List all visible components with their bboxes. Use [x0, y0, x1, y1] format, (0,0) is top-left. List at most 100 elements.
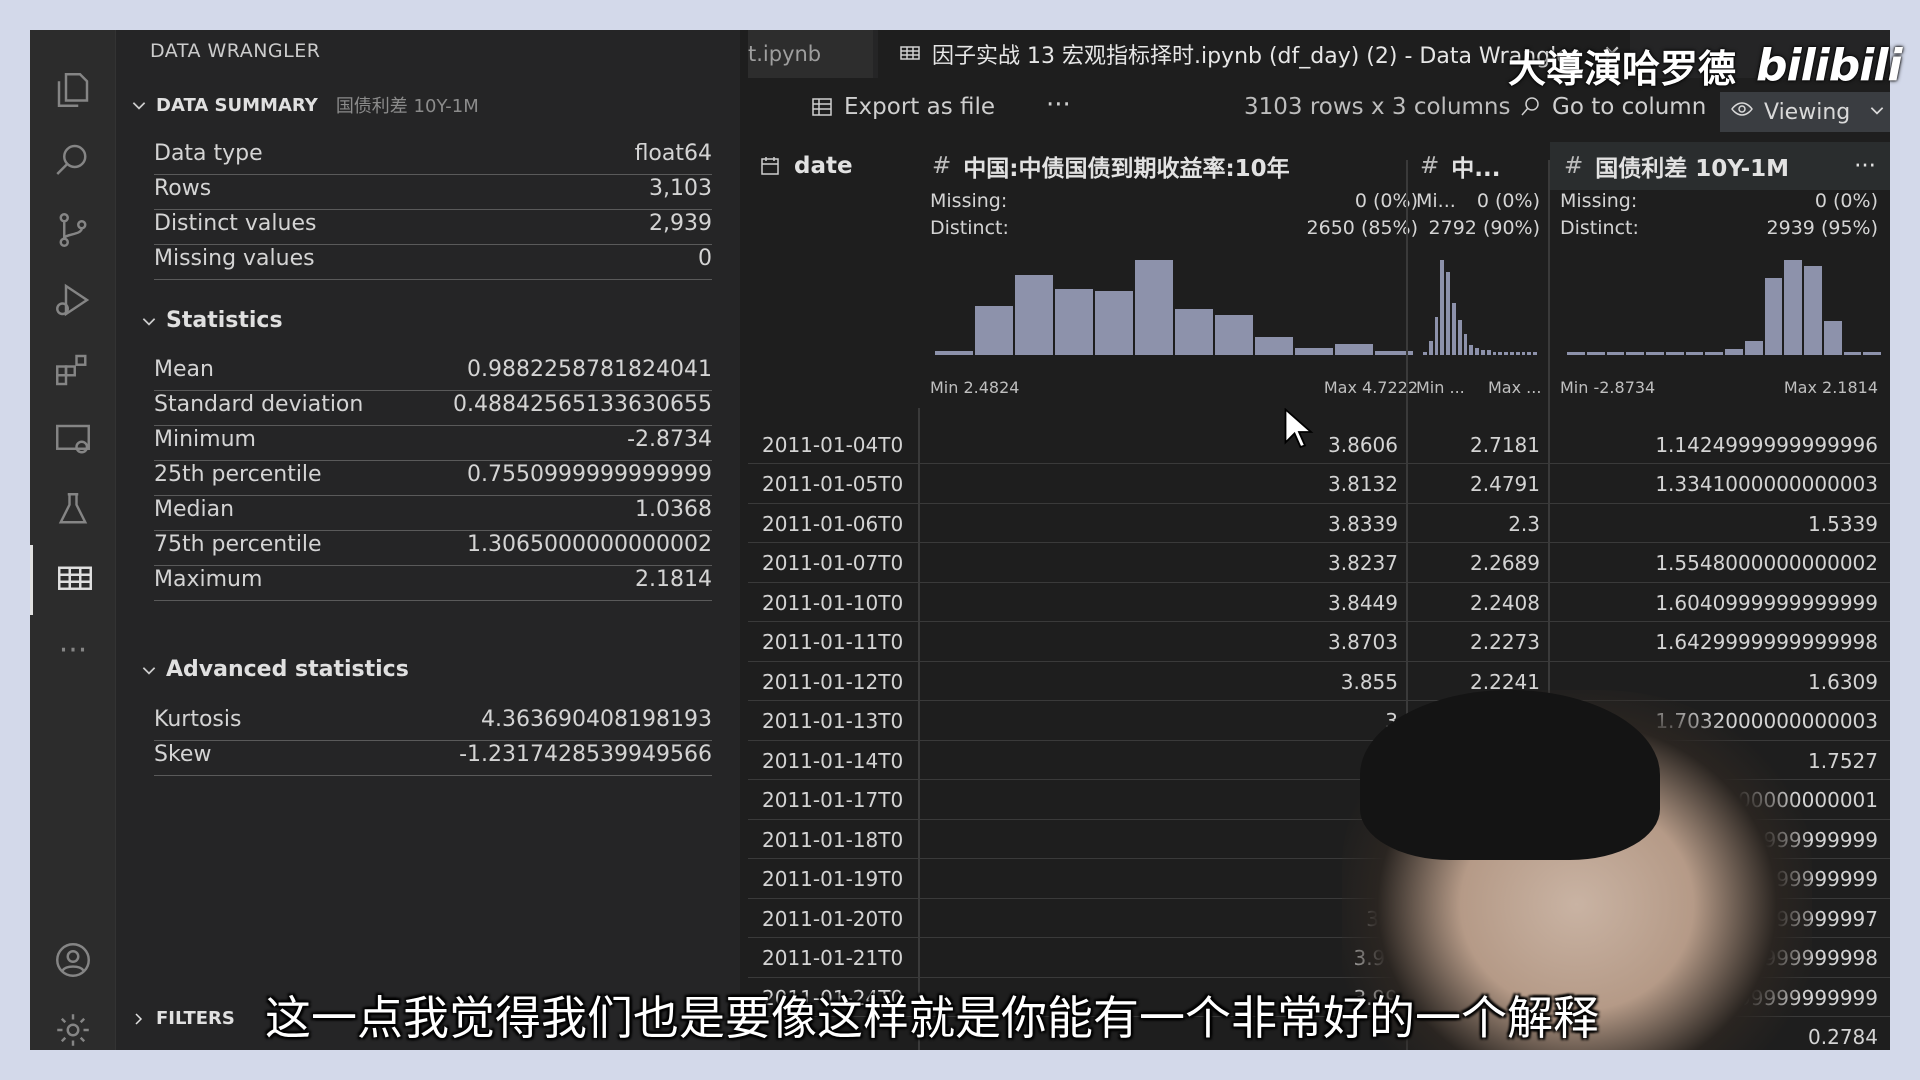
tab-notebook[interactable]: t.ipynb [748, 30, 873, 78]
table-cell-c2[interactable]: 2.2408 [1418, 583, 1540, 622]
histogram-bar[interactable] [1434, 317, 1439, 355]
table-cell-c3[interactable]: 1.5548000000000002 [1560, 544, 1878, 583]
run-debug-icon[interactable] [30, 265, 116, 335]
histogram-bar[interactable] [1646, 352, 1664, 355]
table-cell-c3[interactable]: 1.1424999999999996 [1560, 425, 1878, 464]
remote-explorer-icon[interactable] [30, 405, 116, 475]
table-row[interactable]: 2011-01-05T0 3.8132 2.4791 1.33410000000000… [748, 465, 1890, 504]
column-header-date[interactable]: date [758, 142, 888, 190]
histogram-bar[interactable] [1665, 352, 1684, 355]
explorer-icon[interactable] [30, 55, 116, 125]
table-row[interactable]: 2011-01-11T0 3.8703 2.2273 1.64299999999999… [748, 623, 1890, 662]
table-cell-date[interactable]: 2011-01-10T0 [762, 583, 912, 622]
histogram-bar[interactable] [1452, 303, 1456, 355]
histogram-bar[interactable] [1527, 351, 1532, 355]
table-cell-c1[interactable]: 3.8132 [928, 465, 1398, 504]
histogram-bar[interactable] [1586, 352, 1605, 355]
histogram-bar[interactable] [1135, 260, 1173, 355]
table-cell-c1[interactable]: 3.8237 [928, 544, 1398, 583]
histogram-bar[interactable] [1498, 351, 1503, 355]
histogram-bar[interactable] [1804, 265, 1822, 355]
table-cell-c1[interactable]: 3.8606 [928, 425, 1398, 464]
histogram-bar[interactable] [1428, 341, 1433, 355]
histogram-bar[interactable] [1521, 351, 1526, 355]
c2-histogram[interactable] [1422, 260, 1538, 355]
c3-histogram[interactable] [1566, 260, 1882, 355]
table-cell-c1[interactable]: 3.8339 [928, 504, 1398, 543]
histogram-bar[interactable] [1175, 309, 1213, 355]
table-row[interactable]: 2011-01-04T0 3.8606 2.7181 1.14249999999999… [748, 425, 1890, 464]
histogram-bar[interactable] [1215, 314, 1253, 355]
histogram-bar[interactable] [1515, 351, 1520, 355]
table-cell-date[interactable]: 2011-01-13T0 [762, 702, 912, 741]
histogram-bar[interactable] [1457, 320, 1462, 355]
histogram-bar[interactable] [1823, 321, 1842, 355]
table-cell-date[interactable]: 2011-01-04T0 [762, 425, 912, 464]
table-cell-c1[interactable]: 3.8703 [928, 623, 1398, 662]
data-wrangler-icon[interactable] [30, 545, 116, 615]
column-menu-button[interactable]: ··· [1854, 153, 1876, 179]
table-cell-date[interactable]: 2011-01-18T0 [762, 820, 912, 859]
table-cell-date[interactable]: 2011-01-11T0 [762, 623, 912, 662]
column-header-yield-10y[interactable]: # 中国:中债国债到期收益率:10年 [932, 142, 1352, 190]
table-cell-date[interactable]: 2011-01-17T0 [762, 781, 912, 820]
histogram-bar[interactable] [1744, 341, 1763, 355]
statistics-header[interactable]: Statistics [140, 308, 283, 333]
histogram-bar[interactable] [1015, 274, 1053, 355]
table-cell-c1[interactable]: 3 [928, 702, 1398, 741]
histogram-bar[interactable] [1725, 349, 1743, 355]
histogram-bar[interactable] [1705, 352, 1723, 355]
table-cell-date[interactable]: 2011-01-06T0 [762, 504, 912, 543]
histogram-bar[interactable] [1440, 260, 1445, 355]
table-cell-c3[interactable]: 1.5339 [1560, 504, 1878, 543]
filters-header[interactable]: FILTERS [130, 1008, 235, 1029]
table-cell-date[interactable]: 2011-01-21T0 [762, 939, 912, 978]
table-cell-c1[interactable]: 3 [928, 781, 1398, 820]
table-row[interactable]: 2011-01-12T0 3.855 2.2241 1.6309 [748, 662, 1890, 701]
search-icon[interactable] [30, 125, 116, 195]
table-row[interactable]: 2011-01-06T0 3.8339 2.3 1.5339 [748, 504, 1890, 543]
table-row[interactable]: 2011-01-10T0 3.8449 2.2408 1.60409999999999… [748, 583, 1890, 622]
table-cell-c1[interactable]: 3.9 [928, 899, 1398, 938]
histogram-bar[interactable] [935, 351, 973, 355]
histogram-bar[interactable] [1626, 352, 1644, 355]
histogram-bar[interactable] [1504, 351, 1508, 355]
histogram-bar[interactable] [1486, 349, 1491, 355]
advanced-statistics-header[interactable]: Advanced statistics [140, 657, 409, 682]
data-summary-header[interactable]: DATA SUMMARY 国债利差 10Y-1M [130, 92, 479, 118]
histogram-bar[interactable] [1295, 347, 1333, 355]
source-control-icon[interactable] [30, 195, 116, 265]
go-to-column-button[interactable]: Go to column [1518, 94, 1706, 120]
viewing-mode-dropdown[interactable]: Viewing [1720, 92, 1890, 132]
histogram-bar[interactable] [1510, 351, 1514, 355]
account-icon[interactable] [30, 925, 116, 995]
table-cell-c1[interactable]: 3 [928, 820, 1398, 859]
histogram-bar[interactable] [1843, 352, 1862, 355]
histogram-bar[interactable] [1475, 348, 1479, 355]
histogram-bar[interactable] [1463, 334, 1468, 355]
table-cell-date[interactable]: 2011-01-07T0 [762, 544, 912, 583]
table-cell-c2[interactable]: 2.2273 [1418, 623, 1540, 662]
histogram-bar[interactable] [1481, 349, 1485, 355]
histogram-bar[interactable] [1784, 260, 1802, 355]
histogram-bar[interactable] [1055, 289, 1093, 355]
histogram-bar[interactable] [1446, 272, 1450, 355]
more-icon[interactable]: ··· [30, 615, 116, 685]
histogram-bar[interactable] [1095, 291, 1133, 355]
table-cell-c2[interactable]: 2.3 [1418, 504, 1540, 543]
histogram-bar[interactable] [1863, 352, 1881, 355]
column-header-col2[interactable]: # 中... [1420, 142, 1540, 190]
histogram-bar[interactable] [975, 305, 1013, 355]
c1-histogram[interactable] [934, 260, 1414, 355]
table-cell-c1[interactable]: 3.8449 [928, 583, 1398, 622]
table-cell-c2[interactable]: 2.4791 [1418, 465, 1540, 504]
column-header-spread[interactable]: # 国债利差 10Y-1M ··· [1550, 142, 1890, 190]
table-cell-c2[interactable]: 2.7181 [1418, 425, 1540, 464]
histogram-bar[interactable] [1255, 336, 1293, 355]
testing-flask-icon[interactable] [30, 475, 116, 545]
histogram-bar[interactable] [1335, 344, 1373, 355]
histogram-bar[interactable] [1533, 351, 1537, 355]
table-cell-c1[interactable]: 3.855 [928, 662, 1398, 701]
table-cell-date[interactable]: 2011-01-14T0 [762, 741, 912, 780]
table-cell-c3[interactable]: 1.3341000000000003 [1560, 465, 1878, 504]
